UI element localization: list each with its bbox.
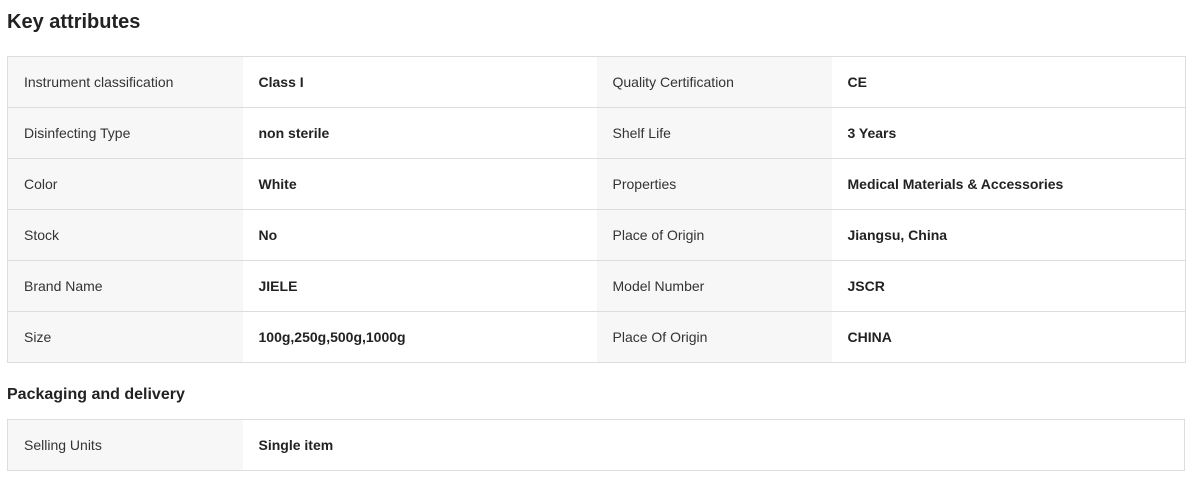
table-row: Stock No Place of Origin Jiangsu, China [7, 209, 1186, 261]
attribute-value: No [242, 209, 597, 261]
product-attributes-page: Key attributes Instrument classification… [0, 0, 1193, 478]
table-row: Color White Properties Medical Materials… [7, 158, 1186, 210]
attribute-value: non sterile [242, 107, 597, 159]
attribute-label: Quality Certification [596, 56, 832, 108]
table-row: Size 100g,250g,500g,1000g Place Of Origi… [7, 311, 1186, 363]
attribute-label: Selling Units [7, 419, 243, 471]
attribute-label: Color [7, 158, 243, 210]
attribute-label: Shelf Life [596, 107, 832, 159]
attribute-value: 3 Years [831, 107, 1186, 159]
attribute-value: 100g,250g,500g,1000g [242, 311, 597, 363]
attribute-label: Place of Origin [596, 209, 832, 261]
attribute-value: JIELE [242, 260, 597, 312]
attribute-value: CHINA [831, 311, 1186, 363]
attribute-label: Place Of Origin [596, 311, 832, 363]
attribute-label: Brand Name [7, 260, 243, 312]
attribute-value: White [242, 158, 597, 210]
attribute-label: Properties [596, 158, 832, 210]
attribute-label: Stock [7, 209, 243, 261]
attribute-label: Instrument classification [7, 56, 243, 108]
attribute-value: Single item [242, 419, 1185, 471]
table-row: Disinfecting Type non sterile Shelf Life… [7, 107, 1186, 159]
key-attributes-title: Key attributes [7, 11, 141, 33]
attribute-value: JSCR [831, 260, 1186, 312]
attribute-value: Class I [242, 56, 597, 108]
attribute-value: Medical Materials & Accessories [831, 158, 1186, 210]
attribute-value: Jiangsu, China [831, 209, 1186, 261]
table-row: Brand Name JIELE Model Number JSCR [7, 260, 1186, 312]
attribute-label: Size [7, 311, 243, 363]
attribute-label: Model Number [596, 260, 832, 312]
table-row: Instrument classification Class I Qualit… [7, 56, 1186, 108]
packaging-table: Selling Units Single item [7, 419, 1185, 471]
packaging-title: Packaging and delivery [7, 386, 185, 403]
attribute-label: Disinfecting Type [7, 107, 243, 159]
table-row: Selling Units Single item [7, 419, 1185, 471]
key-attributes-table: Instrument classification Class I Qualit… [7, 56, 1186, 363]
attribute-value: CE [831, 56, 1186, 108]
